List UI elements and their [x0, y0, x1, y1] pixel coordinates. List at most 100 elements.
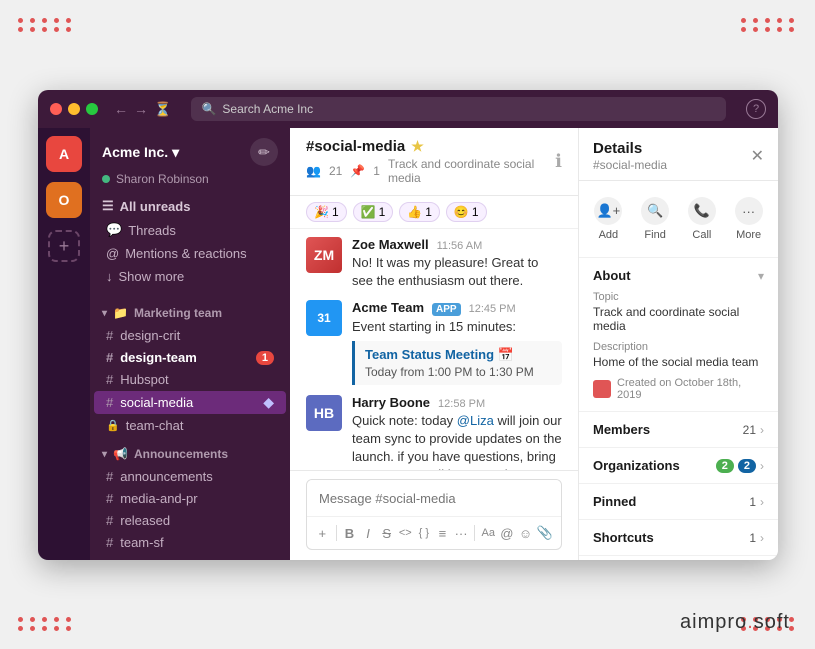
pin-icon: 📌: [350, 164, 365, 178]
compose-button[interactable]: ✏: [250, 138, 278, 166]
nav-buttons: ← → ⏳: [114, 101, 171, 118]
app-body: A O + Acme Inc. ▾ ✏ Sharon Robinson ☰ Al…: [38, 128, 778, 560]
add-workspace-button[interactable]: +: [48, 230, 80, 262]
toolbar-divider: [474, 525, 475, 541]
forward-button[interactable]: →: [134, 101, 148, 118]
message-header: Zoe Maxwell 11:56 AM: [352, 237, 562, 252]
sidebar-item-hubspot[interactable]: # Hubspot: [94, 369, 286, 390]
mention-btn[interactable]: @: [500, 521, 515, 545]
add-btn[interactable]: +: [315, 521, 330, 545]
workspace-name[interactable]: Acme Inc. ▾: [102, 144, 179, 161]
find-action-button[interactable]: 🔍 Find: [634, 191, 677, 247]
created-info: Created on October 18th, 2019: [593, 377, 764, 401]
search-icon: 🔍: [201, 102, 216, 116]
sidebar-item-media-pr[interactable]: # media-and-pr: [94, 488, 286, 509]
minimize-button[interactable]: [68, 103, 80, 115]
list-btn[interactable]: ≡: [435, 521, 450, 545]
message-author: Zoe Maxwell: [352, 237, 429, 252]
details-channel: #social-media: [593, 158, 667, 172]
message-time: 12:45 PM: [469, 303, 516, 315]
sidebar-item-design-team[interactable]: # design-team 1: [94, 347, 286, 368]
event-title: Team Status Meeting 📅: [365, 347, 552, 363]
all-unreads-item[interactable]: ☰ All unreads: [90, 192, 290, 218]
code-block-btn[interactable]: { }: [417, 521, 432, 545]
more-formatting-btn[interactable]: ···: [454, 521, 469, 545]
marketing-group-header[interactable]: ▾ 📁 Marketing team: [90, 302, 290, 324]
sidebar-item-mentions[interactable]: @ Mentions & reactions: [94, 243, 286, 264]
avatar: 31: [306, 300, 342, 336]
toolbar-divider: [336, 525, 337, 541]
message-text: No! It was my pleasure! Great to see the…: [352, 254, 562, 290]
members-row[interactable]: Members 21 ›: [579, 412, 778, 448]
chat-input-box: + B I S <> { } ≡ ··· Aa @ ☺ 📎: [306, 479, 562, 550]
announcements-group-header[interactable]: ▾ 📢 Announcements: [90, 443, 290, 465]
reaction-thumbs[interactable]: 👍 1: [399, 202, 440, 222]
sidebar-item-team-sf[interactable]: # team-sf: [94, 532, 286, 553]
close-details-button[interactable]: ✕: [751, 146, 764, 166]
members-row-left: Members: [593, 422, 650, 437]
about-content: Topic Track and coordinate social media …: [579, 291, 778, 411]
sidebar-item-social-media[interactable]: # social-media ◆: [94, 391, 286, 414]
sidebar-item-announcements[interactable]: # announcements: [94, 466, 286, 487]
pinned-row[interactable]: Pinned 1 ›: [579, 484, 778, 520]
message-text: Event starting in 15 minutes:: [352, 318, 562, 336]
sidebar-item-show-more[interactable]: ↓ Show more: [94, 266, 286, 287]
more-action-button[interactable]: ··· More: [727, 191, 770, 247]
dropdown-icon: ▾: [172, 144, 179, 161]
help-button[interactable]: ?: [746, 99, 766, 119]
bold-btn[interactable]: B: [342, 521, 357, 545]
chat-info-button[interactable]: ℹ: [555, 151, 562, 172]
font-btn[interactable]: Aa: [481, 521, 496, 545]
call-action-button[interactable]: 📞 Call: [681, 191, 724, 247]
members-icon: 👥: [306, 164, 321, 178]
message-header: Harry Boone 12:58 PM: [352, 395, 562, 410]
reaction-check[interactable]: ✅ 1: [353, 202, 394, 222]
history-button[interactable]: ⏳: [154, 101, 171, 118]
sidebar-item-released[interactable]: # released: [94, 510, 286, 531]
username: Sharon Robinson: [116, 172, 209, 186]
italic-btn[interactable]: I: [361, 521, 376, 545]
mentions-icon: @: [106, 246, 119, 261]
topic-value: Track and coordinate social media: [593, 305, 764, 333]
decoration-dots-tl: [18, 18, 74, 32]
organizations-count-area: 2 2 ›: [716, 459, 764, 473]
announcements-group: ▾ 📢 Announcements # announcements # medi…: [90, 443, 290, 554]
chevron-down-icon: ▾: [102, 308, 107, 319]
shortcuts-row[interactable]: Shortcuts 1 ›: [579, 520, 778, 556]
add-action-button[interactable]: 👤+ Add: [587, 191, 630, 247]
about-section-header[interactable]: About ▾: [579, 258, 778, 291]
created-date: Created on October 18th, 2019: [617, 377, 764, 401]
star-icon[interactable]: ★: [411, 138, 424, 155]
close-button[interactable]: [50, 103, 62, 115]
find-icon: 🔍: [641, 197, 669, 225]
sidebar-item-threads[interactable]: 💬 Threads: [94, 219, 286, 241]
workspace-icon-acme[interactable]: A: [46, 136, 82, 172]
sidebar-item-team-chat[interactable]: 🔒 team-chat: [94, 415, 286, 436]
strikethrough-btn[interactable]: S: [379, 521, 394, 545]
marketing-group: ▾ 📁 Marketing team # design-crit # desig…: [90, 302, 290, 437]
code-btn[interactable]: <>: [398, 521, 413, 545]
sidebar-item-design-crit[interactable]: # design-crit: [94, 325, 286, 346]
attach-btn[interactable]: 📎: [537, 521, 553, 545]
search-bar[interactable]: 🔍 Search Acme Inc: [191, 97, 726, 121]
organizations-row[interactable]: Organizations 2 2 ›: [579, 448, 778, 484]
chevron-right-icon: ›: [760, 531, 764, 545]
workspace-icon-secondary[interactable]: O: [46, 182, 82, 218]
chevron-right-icon: ›: [760, 459, 764, 473]
threads-icon: 💬: [106, 222, 122, 238]
members-count: 21: [743, 423, 756, 437]
channel-title-area: #social-media ★ 👥 21 📌 1 Track and coord…: [306, 138, 555, 185]
hash-icon: #: [106, 535, 113, 550]
status-dot: [102, 175, 110, 183]
event-card: Team Status Meeting 📅 Today from 1:00 PM…: [352, 341, 562, 385]
channel-description: Track and coordinate social media: [388, 157, 555, 185]
chat-area: #social-media ★ 👥 21 📌 1 Track and coord…: [290, 128, 578, 560]
back-button[interactable]: ←: [114, 101, 128, 118]
reaction-smile[interactable]: 😊 1: [446, 202, 487, 222]
emoji-btn[interactable]: ☺: [518, 521, 533, 545]
message-input[interactable]: [307, 480, 561, 516]
details-actions: 👤+ Add 🔍 Find 📞 Call ··· More: [579, 181, 778, 258]
maximize-button[interactable]: [86, 103, 98, 115]
message-time: 11:56 AM: [437, 240, 483, 252]
reaction-confetti[interactable]: 🎉 1: [306, 202, 347, 222]
